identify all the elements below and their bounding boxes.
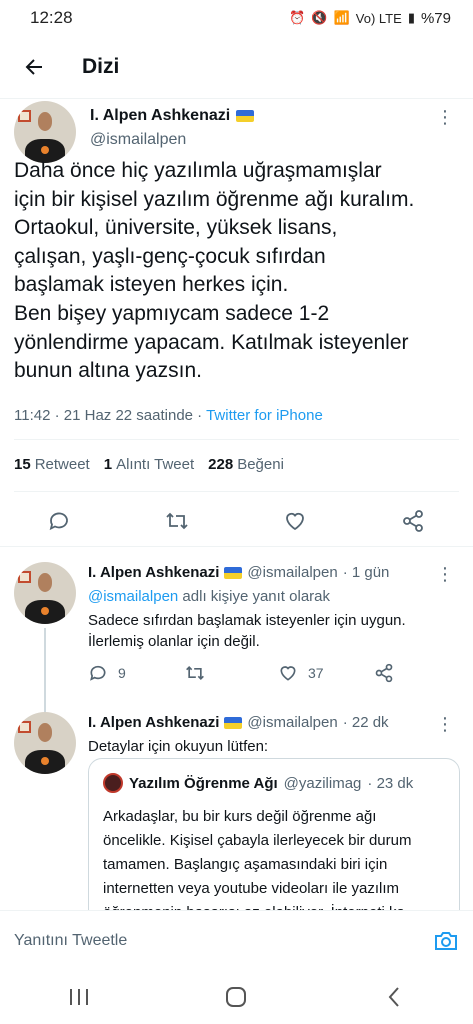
alarm-icon: ⏰ <box>289 10 306 25</box>
quoted-author-name: Yazılım Öğrenme Ağı <box>129 774 278 792</box>
tweet-timestamp: 11:42 · 21 Haz 22 saatinde · <box>14 407 207 424</box>
comment-icon <box>90 665 106 681</box>
tweet-meta: 11:42 · 21 Haz 22 saatinde · Twitter for… <box>14 407 323 424</box>
like-button[interactable]: 37 <box>278 663 324 683</box>
status-bar: 12:28 ⏰ 🔇 📶 Vo) LTE ▮ %79 <box>0 0 473 36</box>
network-label: Vo) LTE <box>355 10 402 26</box>
home-icon <box>226 987 247 1007</box>
arrow-left-icon <box>25 59 42 75</box>
author-handle[interactable]: @ismailalpen <box>90 131 254 149</box>
page-title: Dizi <box>82 55 120 78</box>
comment-icon <box>49 512 68 531</box>
divider <box>14 439 459 440</box>
share-icon <box>375 663 393 683</box>
recent-apps-icon <box>69 989 88 1005</box>
reply-to-line: @ismailalpen adlı kişiye yanıt olarak <box>88 588 331 605</box>
divider <box>14 491 459 492</box>
like-count: 37 <box>308 665 324 681</box>
reply-button[interactable]: 9 <box>88 663 126 683</box>
ukraine-flag-icon <box>236 110 255 122</box>
heart-icon <box>280 666 296 681</box>
system-back-button[interactable] <box>364 977 424 1017</box>
more-options-icon[interactable]: ⋮ <box>436 107 455 128</box>
reply-to-handle[interactable]: @ismailalpen <box>88 588 178 605</box>
heart-icon <box>286 512 304 531</box>
avatar[interactable] <box>14 101 76 163</box>
retweet-icon <box>166 512 188 530</box>
like-stat[interactable]: 228 Beğeni <box>208 456 284 473</box>
chevron-left-icon <box>388 987 399 1007</box>
tweet-text: Daha önce hiç yazılımla uğraşmamışlar iç… <box>14 159 415 383</box>
reply-input[interactable]: Yanıtını Tweetle <box>14 932 433 950</box>
reply-time: · 1 gün <box>342 564 390 581</box>
quoted-avatar <box>103 773 123 793</box>
divider <box>0 546 473 547</box>
avatar[interactable] <box>14 712 76 774</box>
mute-icon: 🔇 <box>311 10 328 25</box>
quoted-time: · 23 dk <box>367 774 414 792</box>
share-button[interactable] <box>374 663 394 683</box>
reply-button[interactable] <box>44 506 74 536</box>
reply-text: Sadece sıfırdan başlamak isteyenler için… <box>88 612 406 650</box>
share-button[interactable] <box>398 506 428 536</box>
quoted-text: Arkadaşlar, bu bir kurs değil öğrenme ağ… <box>103 808 417 910</box>
recent-apps-button[interactable] <box>49 977 109 1017</box>
main-tweet-header: I. Alpen Ashkenazi @ismailalpen <box>14 101 255 163</box>
back-button[interactable] <box>20 53 48 81</box>
reply-tweet[interactable]: I. Alpen Ashkenazi @ismailalpen · 1 gün … <box>0 548 473 698</box>
signal-icon: ▮ <box>407 10 415 25</box>
reply-actions: 9 37 <box>88 663 428 687</box>
tweet-stats: 15 Retweet 1 Alıntı Tweet 228 Beğeni <box>14 456 284 473</box>
reply-tweet[interactable]: I. Alpen Ashkenazi @ismailalpen · 22 dk … <box>0 698 473 910</box>
author-handle[interactable]: @ismailalpen <box>247 564 337 581</box>
system-nav-bar <box>0 970 473 1024</box>
more-options-icon[interactable]: ⋮ <box>436 564 455 585</box>
status-icons: ⏰ 🔇 📶 Vo) LTE ▮ %79 <box>289 10 451 27</box>
author-name[interactable]: I. Alpen Ashkenazi <box>88 564 219 581</box>
ukraine-flag-icon <box>224 566 243 579</box>
thread-line <box>44 628 46 698</box>
reply-text: Detaylar için okuyun lütfen: <box>88 738 269 755</box>
top-bar: Dizi <box>0 36 473 98</box>
avatar[interactable] <box>14 562 76 624</box>
author-handle[interactable]: @ismailalpen <box>247 714 337 731</box>
like-button[interactable] <box>280 506 310 536</box>
thread-line <box>44 698 46 712</box>
retweet-stat[interactable]: 15 Retweet <box>14 456 90 473</box>
author-name-row: I. Alpen Ashkenazi <box>90 107 255 125</box>
retweet-button[interactable] <box>162 506 192 536</box>
status-time: 12:28 <box>30 8 73 27</box>
quoted-author-handle: @yazilimag <box>283 774 362 792</box>
reply-compose-bar: Yanıtını Tweetle <box>0 910 473 970</box>
camera-icon[interactable] <box>433 929 459 953</box>
retweet-icon <box>186 665 204 681</box>
share-icon <box>403 510 423 532</box>
author-name[interactable]: I. Alpen Ashkenazi <box>90 107 230 125</box>
tweet-source-link[interactable]: Twitter for iPhone <box>206 407 323 424</box>
wifi-icon: 📶 <box>333 10 350 25</box>
tweet-actions <box>0 506 473 536</box>
author-name[interactable]: I. Alpen Ashkenazi <box>88 714 219 731</box>
battery-level: %79 <box>420 9 451 27</box>
reply-time: · 22 dk <box>342 714 389 731</box>
header-divider <box>0 98 473 99</box>
ukraine-flag-icon <box>224 716 243 729</box>
quote-stat[interactable]: 1 Alıntı Tweet <box>104 456 194 473</box>
quoted-tweet-header: Yazılım Öğrenme Ağı @yazilimag · 23 dk <box>103 773 413 793</box>
home-button[interactable] <box>206 977 266 1017</box>
more-options-icon[interactable]: ⋮ <box>436 714 455 735</box>
retweet-button[interactable] <box>184 663 216 683</box>
reply-header: I. Alpen Ashkenazi @ismailalpen · 1 gün <box>88 564 389 581</box>
reply-count: 9 <box>118 665 126 681</box>
quoted-tweet[interactable]: Yazılım Öğrenme Ağı @yazilimag · 23 dk A… <box>88 758 460 910</box>
reply-header: I. Alpen Ashkenazi @ismailalpen · 22 dk <box>88 714 389 731</box>
